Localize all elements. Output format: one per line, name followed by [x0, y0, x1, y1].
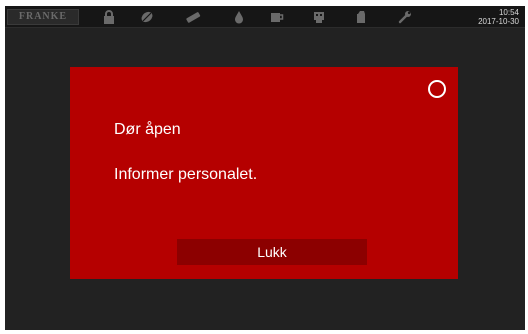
clock-display: 10:54 2017-10-30	[478, 8, 519, 26]
alert-message: Informer personalet.	[114, 166, 258, 183]
water-drop-icon[interactable]	[231, 9, 247, 25]
time-text: 10:54	[498, 8, 519, 17]
date-text: 2017-10-30	[478, 17, 519, 26]
milk-icon[interactable]	[353, 9, 369, 25]
cup-icon[interactable]	[269, 9, 285, 25]
status-bar: FRANKE 10:54 2017-10-30	[5, 6, 525, 28]
door-open-alert-dialog: Dør åpen Informer personalet. Lukk	[70, 67, 458, 279]
cleaning-tablet-icon[interactable]	[185, 9, 201, 25]
circle-icon[interactable]	[428, 80, 446, 98]
close-button[interactable]: Lukk	[177, 239, 367, 265]
wrench-icon[interactable]	[397, 9, 413, 25]
grinder-icon[interactable]	[311, 9, 327, 25]
lock-icon[interactable]	[101, 9, 117, 25]
machine-screen: FRANKE 10:54 2017-10-30 Dør åpen Informe…	[5, 6, 525, 330]
brand-logo: FRANKE	[7, 9, 79, 25]
alert-title: Dør åpen	[114, 121, 181, 138]
coffee-bean-icon[interactable]	[139, 9, 155, 25]
